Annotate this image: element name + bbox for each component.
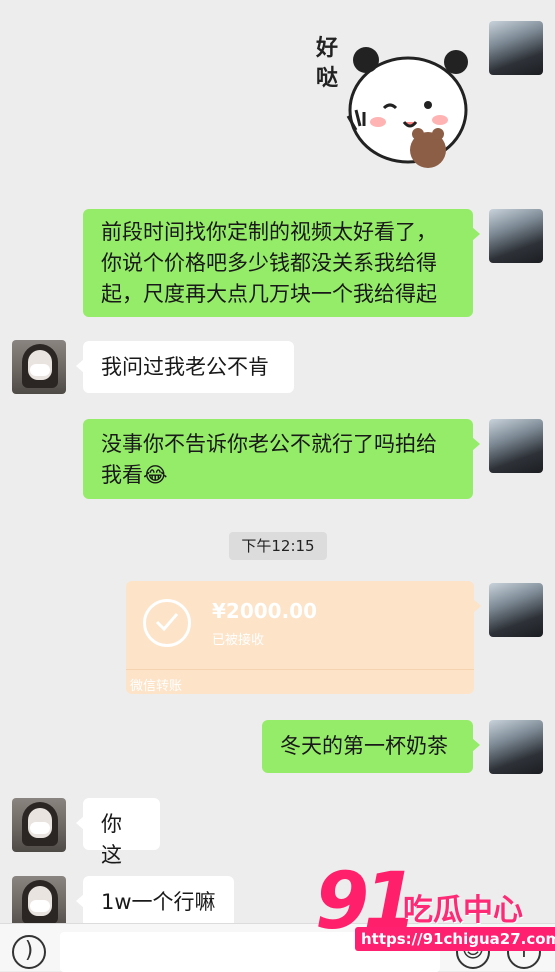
transfer-status: 已被接收	[212, 633, 265, 648]
message-text: 我问过我老公不肯	[101, 355, 269, 379]
message-line: 起，尺度再大点几万块一个我给得起	[101, 282, 437, 306]
avatar-self[interactable]	[489, 720, 543, 774]
watermark-logo: 91 吃瓜中心 https://91chigua27.com	[315, 857, 555, 957]
message-line: 你说个价格吧多少钱都没关系我给得	[101, 251, 437, 275]
message-text: 冬天的第一杯奶茶	[280, 734, 448, 758]
message-bubble-received[interactable]: 你这	[76, 798, 160, 867]
transfer-amount: ¥2000.00	[212, 599, 318, 623]
message-bubble-sent[interactable]: 没事你不告诉你老公不就行了吗拍给 我看😂	[83, 419, 480, 499]
message-bubble-sent[interactable]: 冬天的第一杯奶茶	[262, 720, 480, 773]
check-icon	[143, 599, 191, 647]
sticker-text: 好哒	[316, 36, 339, 91]
message-text: 你这	[101, 812, 122, 867]
watermark-name: 吃瓜中心	[403, 893, 523, 928]
transfer-type: 微信转账	[130, 679, 183, 694]
timestamp: 下午12:15	[229, 532, 327, 560]
sticker-image[interactable]: 好哒	[316, 30, 476, 190]
message-bubble-sent[interactable]: 前段时间找你定制的视频太好看了， 你说个价格吧多少钱都没关系我给得 起，尺度再大…	[83, 209, 480, 317]
avatar-contact[interactable]	[12, 876, 66, 930]
avatar-contact[interactable]	[12, 798, 66, 852]
avatar-self[interactable]	[489, 419, 543, 473]
message-text: 1w一个行嘛	[101, 890, 216, 914]
message-line: 没事你不告诉你老公不就行了吗拍给	[101, 432, 437, 456]
message-line: 我看	[101, 463, 143, 487]
avatar-self[interactable]	[489, 21, 543, 75]
message-bubble-received[interactable]: 1w一个行嘛	[76, 876, 234, 928]
laughing-emoji-icon: 😂	[143, 463, 168, 487]
message-bubble-received[interactable]: 我问过我老公不肯	[76, 341, 294, 393]
divider	[126, 669, 474, 670]
message-line: 前段时间找你定制的视频太好看了，	[101, 220, 437, 244]
avatar-self[interactable]	[489, 209, 543, 263]
watermark-url: https://91chigua27.com	[355, 927, 555, 951]
avatar-self[interactable]	[489, 583, 543, 637]
avatar-contact[interactable]	[12, 340, 66, 394]
voice-icon[interactable]: )	[12, 935, 46, 969]
transfer-card[interactable]: ¥2000.00 已被接收 微信转账	[126, 581, 481, 694]
